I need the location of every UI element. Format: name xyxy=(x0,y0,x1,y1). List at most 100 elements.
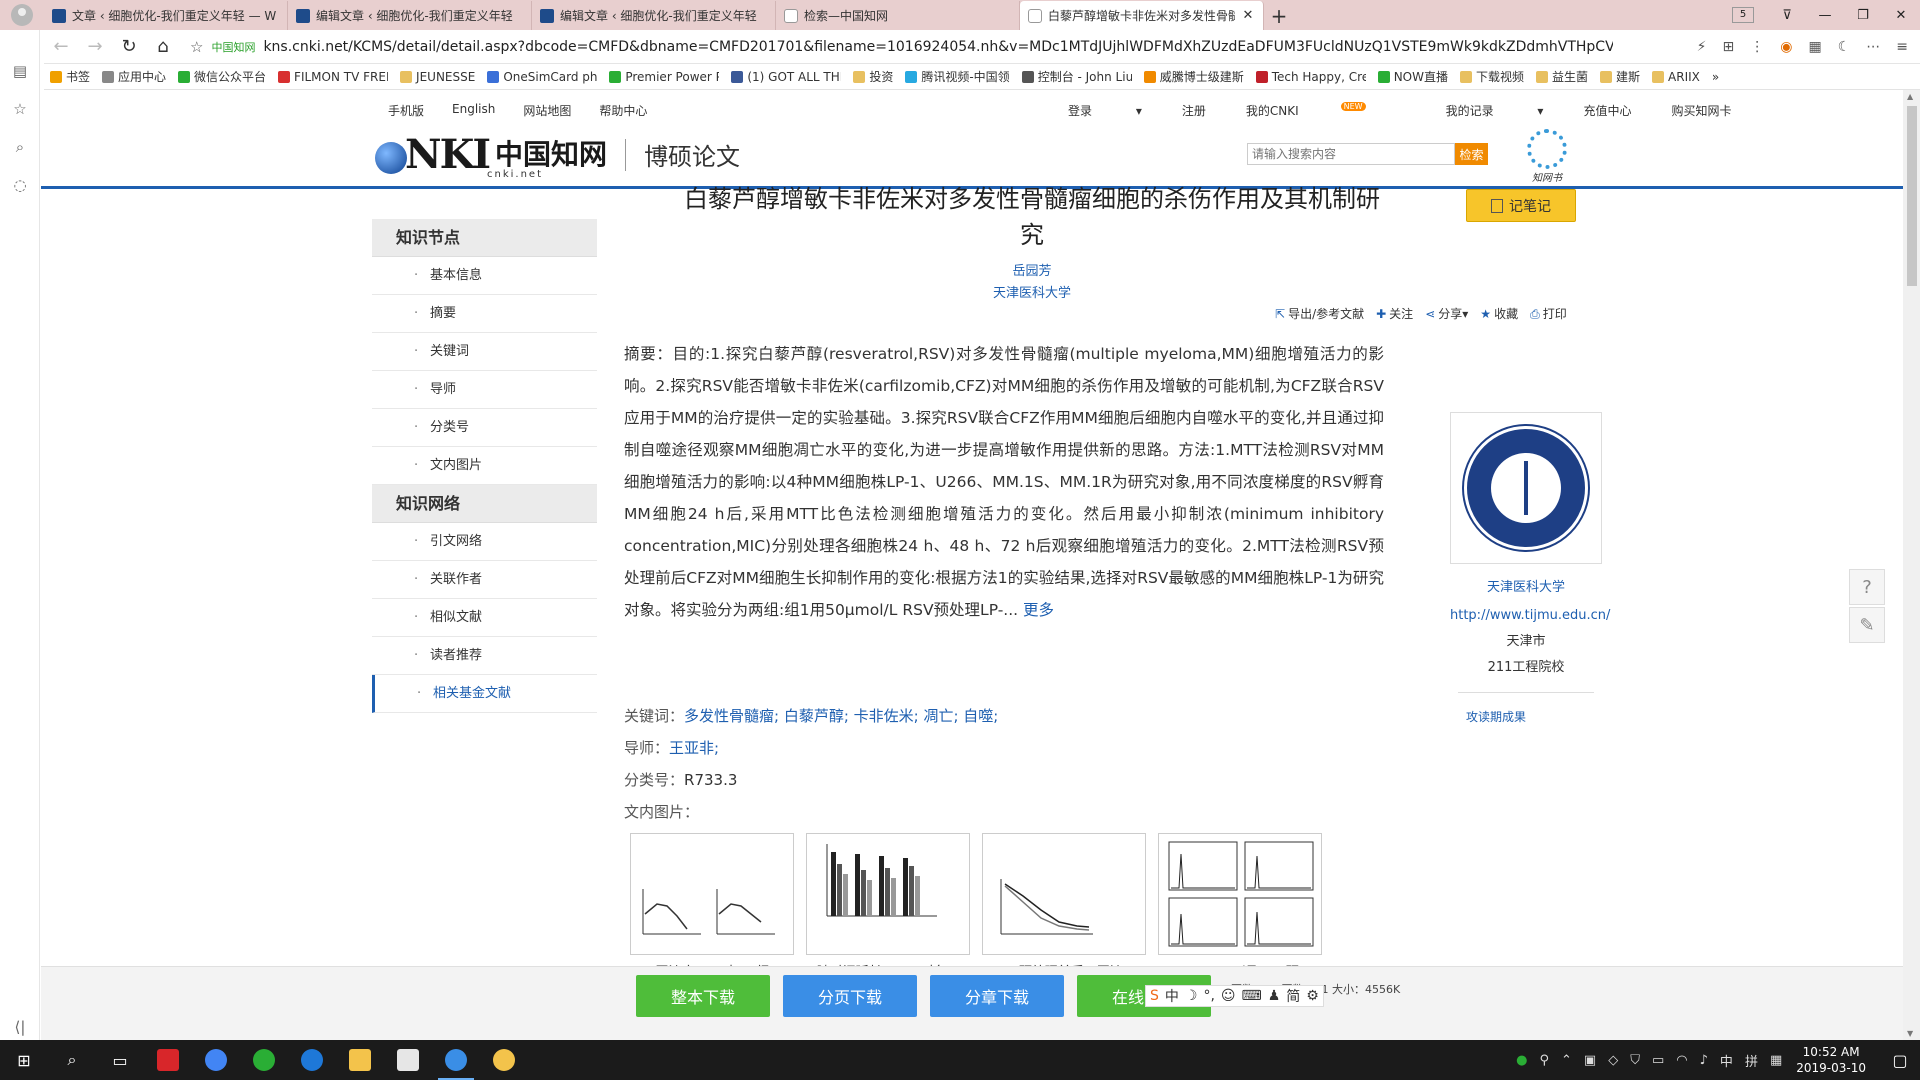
bookmark-item[interactable]: OneSimCard pho xyxy=(487,70,597,84)
figure-thumb[interactable]: RSV预处理前后不同浓... xyxy=(982,833,1146,980)
bookmark-item[interactable]: JEUNESSE xyxy=(400,70,475,84)
nav-item[interactable]: 摘要 xyxy=(372,295,597,333)
volume-icon[interactable]: ♪ xyxy=(1700,1053,1708,1068)
scroll-down-icon[interactable]: ▼ xyxy=(1907,1029,1913,1038)
nav-item[interactable]: 关联作者 xyxy=(372,561,597,599)
help-link[interactable]: 帮助中心 xyxy=(599,102,647,119)
mobile-link[interactable]: 手机版 xyxy=(388,102,424,119)
ime-lang[interactable]: 中 xyxy=(1165,986,1179,1006)
profile-avatar[interactable] xyxy=(0,0,44,30)
bookmark-item[interactable]: 建斯 xyxy=(1600,68,1640,85)
search-icon[interactable]: ⌕ xyxy=(10,138,30,158)
lightning-icon[interactable]: ⚡ xyxy=(1697,39,1707,55)
input-language[interactable]: 中 xyxy=(1720,1051,1733,1070)
feedback-pen-icon[interactable]: ✎ xyxy=(1849,607,1885,643)
hamburger-menu-icon[interactable]: ≡ xyxy=(1896,39,1908,55)
scrollbar-thumb[interactable] xyxy=(1907,106,1917,286)
bookmark-item[interactable]: 益生菌 xyxy=(1536,68,1588,85)
more-link[interactable]: 更多 xyxy=(1023,601,1054,619)
buy-card-link[interactable]: 购买知网卡 xyxy=(1671,102,1731,119)
emoji-icon[interactable]: ☺ xyxy=(1221,988,1236,1004)
search-icon[interactable]: ⌕ xyxy=(48,1040,96,1080)
search-input[interactable] xyxy=(1247,143,1455,165)
recharge-link[interactable]: 充值中心 xyxy=(1583,102,1631,119)
pin-icon[interactable]: ⊽ xyxy=(1768,8,1806,23)
notification-center-icon[interactable]: ▢ xyxy=(1880,1051,1920,1070)
nav-item[interactable]: 引文网络 xyxy=(372,523,597,561)
settings-gear-icon[interactable]: ⚙ xyxy=(1306,988,1319,1004)
tray-app-icon[interactable]: ▦ xyxy=(1770,1053,1782,1068)
browser-tab[interactable]: 编辑文章 ‹ 细胞优化-我们重定义年轻 xyxy=(532,1,776,30)
nav-item[interactable]: 导师 xyxy=(372,371,597,409)
bookmark-item[interactable]: 下载视频 xyxy=(1460,68,1524,85)
menu-dots-icon[interactable]: ⋯ xyxy=(1866,39,1880,55)
file-explorer-icon[interactable] xyxy=(336,1040,384,1080)
bookmark-item[interactable]: NOW直播 xyxy=(1377,68,1448,85)
night-mode-icon[interactable]: ☾ xyxy=(1838,39,1851,55)
browser-tab[interactable]: 文章 ‹ 细胞优化-我们重定义年轻 — W xyxy=(44,1,288,30)
favorite-link[interactable]: ★ 收藏 xyxy=(1480,305,1518,322)
mail-icon[interactable] xyxy=(384,1040,432,1080)
nav-item[interactable]: 相似文献 xyxy=(372,599,597,637)
export-reference-link[interactable]: ⇱ 导出/参考文献 xyxy=(1275,305,1364,322)
sitemap-link[interactable]: 网站地图 xyxy=(523,102,571,119)
new-tab-button[interactable]: + xyxy=(1264,1,1294,30)
more-vert-icon[interactable]: ⋮ xyxy=(1750,39,1764,55)
back-icon[interactable]: ← xyxy=(44,36,78,57)
scroll-up-icon[interactable]: ▲ xyxy=(1907,92,1913,101)
address-input[interactable]: ☆ 中国知网 kns.cnki.net/KCMS/detail/detail.a… xyxy=(190,34,1697,60)
nav-item[interactable]: 文内图片 xyxy=(372,447,597,485)
restore-icon[interactable]: ❐ xyxy=(1844,8,1882,23)
translate-icon[interactable]: ⊞ xyxy=(1723,39,1735,55)
nav-item[interactable]: 分类号 xyxy=(372,409,597,447)
chat-icon[interactable]: ◌ xyxy=(10,176,30,196)
my-cnki-link[interactable]: 我的CNKI NEW xyxy=(1246,102,1406,119)
forward-icon[interactable]: → xyxy=(78,36,112,57)
network-drive-icon[interactable]: ▣ xyxy=(1584,1053,1596,1068)
author-link[interactable]: 岳园芳 xyxy=(622,260,1442,279)
bookmark-item[interactable]: Premier Power P xyxy=(609,70,719,84)
clock[interactable]: 10:52 AM 2019-03-10 xyxy=(1796,1044,1866,1076)
ime-toolbar[interactable]: S 中 ☽ °, ☺ ⌨ ♟ 简 ⚙ xyxy=(1145,985,1324,1007)
share-link[interactable]: ⋖ 分享▾ xyxy=(1425,305,1468,322)
institution-link[interactable]: 天津医科大学 xyxy=(622,282,1442,301)
status-green-icon[interactable]: ● xyxy=(1516,1053,1527,1068)
register-link[interactable]: 注册 xyxy=(1182,102,1206,119)
battery-icon[interactable]: ▭ xyxy=(1652,1053,1664,1068)
nav-item[interactable]: 相关基金文献 xyxy=(372,675,597,713)
collapse-sidebar-icon[interactable]: ⟨| xyxy=(10,1018,30,1038)
download-chapters-button[interactable]: 分章下载 xyxy=(930,975,1064,1017)
home-icon[interactable]: ⌂ xyxy=(146,36,180,57)
nav-item[interactable]: 读者推荐 xyxy=(372,637,597,675)
dropbox-icon[interactable]: ◇ xyxy=(1608,1053,1618,1068)
bookmark-item[interactable]: 微信公众平台 xyxy=(178,68,266,85)
bookmark-item[interactable]: ARIIX xyxy=(1652,70,1700,84)
keywords-links[interactable]: 多发性骨髓瘤; 白藜芦醇; 卡非佐米; 凋亡; 自噬; xyxy=(684,707,998,725)
login-link[interactable]: 登录 ▾ xyxy=(1068,102,1142,119)
qr-icon[interactable]: ▦ xyxy=(1808,39,1821,55)
my-records-link[interactable]: 我的记录 ▾ xyxy=(1446,102,1544,119)
minimize-icon[interactable]: — xyxy=(1806,8,1844,23)
youdao-icon[interactable] xyxy=(144,1040,192,1080)
bookmark-item[interactable]: (1) GOT ALL THE xyxy=(731,70,841,84)
browser-tab[interactable]: 编辑文章 ‹ 细胞优化-我们重定义年轻 xyxy=(288,1,532,30)
ime-icon[interactable]: 拼 xyxy=(1745,1051,1758,1070)
people-icon[interactable]: ⚲ xyxy=(1539,1053,1549,1068)
bookmark-item[interactable]: 威騰博士级建斯 xyxy=(1143,68,1244,85)
user-icon[interactable]: ♟ xyxy=(1268,988,1281,1004)
keyboard-icon[interactable]: ⌨ xyxy=(1242,988,1262,1004)
zhiwangshu-logo[interactable]: 知网书 xyxy=(1524,129,1570,184)
wifi-icon[interactable]: ◠ xyxy=(1676,1053,1687,1068)
bookmarks-overflow-icon[interactable]: » xyxy=(1712,70,1719,84)
figure-thumb[interactable]: 随时间延长，RSV对各... xyxy=(806,833,970,980)
wechat-icon[interactable] xyxy=(240,1040,288,1080)
bookmark-item[interactable]: 控制台 - John Liu xyxy=(1021,68,1132,85)
edge-icon[interactable] xyxy=(288,1040,336,1080)
follow-link[interactable]: ✚ 关注 xyxy=(1376,305,1413,322)
close-window-icon[interactable]: ✕ xyxy=(1882,8,1920,23)
university-logo[interactable] xyxy=(1450,412,1602,564)
bookmark-item[interactable]: Tech Happy, Cre xyxy=(1255,70,1366,84)
download-pages-button[interactable]: 分页下载 xyxy=(783,975,917,1017)
qq-icon[interactable] xyxy=(480,1040,528,1080)
university-url-link[interactable]: http://www.tijmu.edu.cn/ xyxy=(1450,606,1610,626)
